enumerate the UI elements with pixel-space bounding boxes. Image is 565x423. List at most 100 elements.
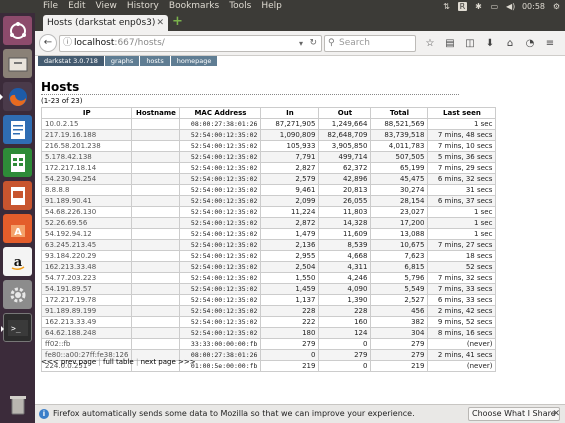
prev-page-link[interactable]: <<< prev page (41, 358, 96, 366)
files-icon[interactable] (3, 49, 32, 78)
clock[interactable]: 00:58 (522, 2, 545, 11)
ubuntu-dash-icon[interactable] (3, 16, 32, 45)
close-icon[interactable]: ✕ (552, 405, 560, 423)
cell-total: 382 (370, 316, 429, 328)
cell-last-seen: 5 mins, 36 secs (427, 151, 497, 163)
hamburger-menu-icon[interactable]: ≡ (540, 35, 560, 52)
terminal-icon[interactable]: >_ (1, 313, 32, 342)
col-out[interactable]: Out (318, 107, 372, 119)
cell-in: 1,459 (260, 283, 320, 295)
cell-ip[interactable]: 54.77.203.223 (40, 272, 133, 284)
downloads-icon[interactable]: ⬇ (480, 35, 500, 52)
libreoffice-calc-icon[interactable] (3, 148, 32, 177)
site-info-icon[interactable]: ⓘ (63, 36, 72, 51)
cell-out: 42,896 (318, 173, 372, 185)
cell-ip[interactable]: 216.58.201.238 (40, 140, 133, 152)
table-row: 5.178.42.138 52:54:00:12:35:02 7,791 499,71… (40, 151, 497, 163)
col-last-seen[interactable]: Last seen (427, 107, 497, 119)
nav-hosts[interactable]: hosts (140, 56, 170, 66)
col-total[interactable]: Total (370, 107, 429, 119)
network-icon[interactable]: ⇅ (442, 2, 451, 11)
nav-graphs[interactable]: graphs (104, 56, 140, 66)
bluetooth-icon[interactable]: ✱ (474, 2, 483, 11)
menu-tools[interactable]: Tools (224, 0, 256, 13)
cell-total: 10,675 (370, 239, 429, 251)
nav-brand[interactable]: darkstat 3.0.718 (38, 56, 104, 66)
cell-ip[interactable]: 54.191.89.57 (40, 283, 133, 295)
url-dropdown-icon[interactable]: ▾ (299, 36, 303, 51)
cell-ip[interactable]: 162.213.33.49 (40, 316, 133, 328)
cell-mac: 52:54:00:12:35:02 (179, 272, 262, 284)
col-ip[interactable]: IP (40, 107, 133, 119)
cell-out: 3,905,850 (318, 140, 372, 152)
cell-ip[interactable]: 54.68.226.130 (40, 206, 133, 218)
cell-ip[interactable]: 172.217.19.78 (40, 294, 133, 306)
menu-view[interactable]: View (91, 0, 122, 13)
cell-ip[interactable]: 91.189.90.41 (40, 195, 133, 207)
cell-ip[interactable]: 217.19.16.188 (40, 129, 133, 141)
cell-last-seen: 31 secs (427, 184, 497, 196)
cell-hostname (131, 118, 181, 130)
cell-out: 1,390 (318, 294, 372, 306)
firefox-icon[interactable] (0, 82, 32, 111)
cell-ip[interactable]: 52.26.69.56 (40, 217, 133, 229)
cell-mac: 52:54:00:12:35:02 (179, 327, 262, 339)
cell-ip[interactable]: 91.189.89.199 (40, 305, 133, 317)
col-hostname[interactable]: Hostname (131, 107, 181, 119)
pocket-icon[interactable]: ◫ (460, 35, 480, 52)
back-arrow-icon[interactable]: ← (39, 34, 57, 52)
cell-ip[interactable]: 93.184.220.29 (40, 250, 133, 262)
cell-ip[interactable]: 64.62.188.248 (40, 327, 133, 339)
chat-icon[interactable]: ◔ (520, 35, 540, 52)
power-gear-icon[interactable]: ⚙ (552, 2, 561, 11)
cell-ip[interactable]: 172.217.18.14 (40, 162, 133, 174)
reload-icon[interactable]: ↻ (309, 36, 317, 51)
software-center-icon[interactable]: A (3, 214, 32, 243)
cell-last-seen: 7 mins, 48 secs (427, 129, 497, 141)
next-page-link[interactable]: next page >>> (141, 358, 196, 366)
tab-hosts[interactable]: Hosts (darkstat enp0s3) ✕ (43, 15, 168, 31)
cell-ip[interactable]: 54.192.94.12 (40, 228, 133, 240)
cell-in: 2,872 (260, 217, 320, 229)
keyboard-icon[interactable]: R (457, 2, 467, 11)
libreoffice-impress-icon[interactable] (3, 181, 32, 210)
volume-icon[interactable]: ◀) (506, 2, 515, 11)
cell-ip[interactable]: 8.8.8.8 (40, 184, 133, 196)
choose-what-i-share-button[interactable]: Choose What I Share (468, 407, 560, 421)
cell-mac: 52:54:00:12:35:02 (179, 316, 262, 328)
cell-hostname (131, 140, 181, 152)
menu-history[interactable]: History (122, 0, 164, 13)
col-mac[interactable]: MAC Address (179, 107, 262, 119)
menu-edit[interactable]: Edit (63, 0, 90, 13)
amazon-icon[interactable]: a (3, 247, 32, 276)
menu-help[interactable]: Help (256, 0, 287, 13)
menu-file[interactable]: File (38, 0, 63, 13)
cell-ip[interactable]: 162.213.33.48 (40, 261, 133, 273)
reading-list-icon[interactable]: ▤ (440, 35, 460, 52)
cell-ip[interactable]: 54.230.94.254 (40, 173, 133, 185)
col-in[interactable]: In (260, 107, 320, 119)
menu-bookmarks[interactable]: Bookmarks (164, 0, 224, 13)
table-row: 54.68.226.130 52:54:00:12:35:02 11,224 11,8… (40, 206, 497, 218)
trash-icon[interactable] (3, 390, 32, 419)
battery-icon[interactable]: ▭ (490, 2, 499, 11)
bookmark-star-icon[interactable]: ☆ (420, 35, 440, 52)
cell-ip[interactable]: 10.0.2.15 (40, 118, 133, 130)
full-table-link[interactable]: full table (103, 358, 134, 366)
home-icon[interactable]: ⌂ (500, 35, 520, 52)
search-input[interactable]: ⚲ Search (324, 35, 416, 52)
cell-ip[interactable]: 5.178.42.138 (40, 151, 133, 163)
new-tab-icon[interactable]: + (172, 15, 184, 28)
cell-ip[interactable]: ff02::fb (40, 338, 133, 350)
cell-ip[interactable]: 63.245.213.45 (40, 239, 133, 251)
libreoffice-writer-icon[interactable] (3, 115, 32, 144)
cell-total: 30,274 (370, 184, 429, 196)
tab-close-icon[interactable]: ✕ (156, 15, 164, 31)
cell-last-seen: 1 sec (427, 217, 497, 229)
cell-total: 279 (370, 338, 429, 350)
nav-homepage[interactable]: homepage (170, 56, 218, 66)
url-bar[interactable]: ⓘ localhost:667/hosts/ ▾ ↻ (59, 35, 322, 52)
system-settings-icon[interactable] (3, 280, 32, 309)
cell-out: 11,609 (318, 228, 372, 240)
cell-in: 222 (260, 316, 320, 328)
